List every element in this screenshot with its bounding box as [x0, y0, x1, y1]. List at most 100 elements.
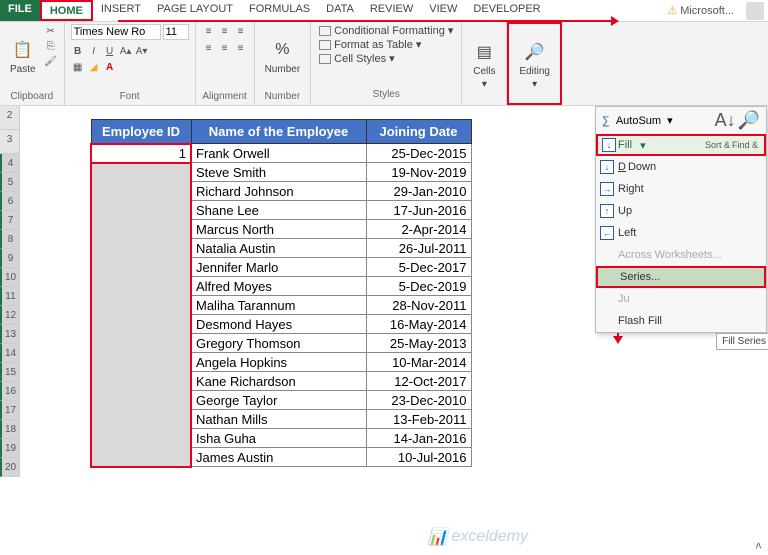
row-header-14[interactable]: 14	[0, 344, 20, 363]
cell-joining-date[interactable]: 25-May-2013	[366, 334, 471, 353]
row-header-12[interactable]: 12	[0, 306, 20, 325]
bold-button[interactable]: B	[71, 44, 85, 58]
tab-developer[interactable]: DEVELOPER	[465, 0, 548, 21]
cell-employee-name[interactable]: Marcus North	[191, 220, 366, 239]
header-joining-date[interactable]: Joining Date	[366, 120, 471, 144]
row-header-18[interactable]: 18	[0, 420, 20, 439]
cell-employee-name[interactable]: Desmond Hayes	[191, 315, 366, 334]
cell-employee-id[interactable]	[91, 296, 191, 315]
align-bottom-icon[interactable]: ≡	[234, 24, 248, 38]
fill-down-button[interactable]: ↓DDown	[596, 156, 766, 178]
cell-employee-name[interactable]: Richard Johnson	[191, 182, 366, 201]
editing-button[interactable]: 🔎 Editing ▾	[515, 26, 554, 103]
flash-fill-button[interactable]: Flash Fill	[596, 310, 766, 332]
cell-joining-date[interactable]: 28-Nov-2011	[366, 296, 471, 315]
fill-up-button[interactable]: ↑Up	[596, 200, 766, 222]
copy-icon[interactable]: ⎘	[44, 39, 58, 53]
fill-series-button[interactable]: Series...	[596, 266, 766, 288]
conditional-formatting-button[interactable]: Conditional Formatting▾	[319, 24, 453, 37]
cell-joining-date[interactable]: 26-Jul-2011	[366, 239, 471, 258]
fill-menu-button[interactable]: ↓ Fill▾ Sort & Find &	[596, 134, 766, 156]
cell-employee-id[interactable]	[91, 277, 191, 296]
find-binoculars-icon[interactable]: 🔎	[738, 110, 760, 131]
align-left-icon[interactable]: ≡	[202, 41, 216, 55]
collapse-ribbon-button[interactable]: ˄	[751, 537, 766, 555]
cut-icon[interactable]: ✂	[44, 24, 58, 38]
cell-employee-name[interactable]: George Taylor	[191, 391, 366, 410]
tab-data[interactable]: DATA	[318, 0, 362, 21]
account-warning[interactable]: Microsoft...	[659, 0, 742, 21]
cell-employee-id[interactable]	[91, 391, 191, 410]
row-header-3[interactable]: 3	[0, 130, 20, 154]
row-header-15[interactable]: 15	[0, 363, 20, 382]
font-grow-button[interactable]: A▴	[119, 44, 133, 58]
tab-review[interactable]: REVIEW	[362, 0, 421, 21]
cell-joining-date[interactable]: 13-Feb-2011	[366, 410, 471, 429]
cell-employee-name[interactable]: Gregory Thomson	[191, 334, 366, 353]
format-painter-icon[interactable]: 🖌	[44, 54, 58, 68]
cell-employee-id[interactable]: 1	[91, 144, 191, 163]
tab-formulas[interactable]: FORMULAS	[241, 0, 318, 21]
align-middle-icon[interactable]: ≡	[218, 24, 232, 38]
align-top-icon[interactable]: ≡	[202, 24, 216, 38]
cell-joining-date[interactable]: 23-Dec-2010	[366, 391, 471, 410]
autosum-button[interactable]: AutoSum	[616, 115, 661, 127]
row-header-10[interactable]: 10	[0, 268, 20, 287]
cell-joining-date[interactable]: 10-Mar-2014	[366, 353, 471, 372]
font-size-input[interactable]	[163, 24, 189, 40]
italic-button[interactable]: I	[87, 44, 101, 58]
cell-employee-id[interactable]	[91, 239, 191, 258]
row-header-4[interactable]: 4	[0, 154, 20, 173]
row-header-5[interactable]: 5	[0, 173, 20, 192]
cell-joining-date[interactable]: 12-Oct-2017	[366, 372, 471, 391]
cell-employee-id[interactable]	[91, 220, 191, 239]
row-header-13[interactable]: 13	[0, 325, 20, 344]
tab-view[interactable]: VIEW	[421, 0, 465, 21]
user-avatar[interactable]	[746, 2, 764, 20]
cell-joining-date[interactable]: 29-Jan-2010	[366, 182, 471, 201]
cell-joining-date[interactable]: 5-Dec-2017	[366, 258, 471, 277]
header-employee-id[interactable]: Employee ID	[91, 120, 191, 144]
cell-joining-date[interactable]: 10-Jul-2016	[366, 448, 471, 467]
cell-employee-id[interactable]	[91, 182, 191, 201]
row-header-9[interactable]: 9	[0, 249, 20, 268]
row-header-2[interactable]: 2	[0, 106, 20, 130]
font-shrink-button[interactable]: A▾	[135, 44, 149, 58]
number-format-button[interactable]: % Number	[261, 24, 305, 88]
sort-icon[interactable]: A↓	[715, 110, 736, 131]
cell-employee-name[interactable]: Jennifer Marlo	[191, 258, 366, 277]
cell-employee-name[interactable]: Natalia Austin	[191, 239, 366, 258]
cell-employee-id[interactable]	[91, 448, 191, 467]
cell-employee-id[interactable]	[91, 372, 191, 391]
cell-employee-name[interactable]: Shane Lee	[191, 201, 366, 220]
row-header-19[interactable]: 19	[0, 439, 20, 458]
tab-file[interactable]: FILE	[0, 0, 40, 21]
cell-joining-date[interactable]: 19-Nov-2019	[366, 163, 471, 182]
cell-employee-id[interactable]	[91, 429, 191, 448]
fill-right-button[interactable]: →Right	[596, 178, 766, 200]
cell-employee-id[interactable]	[91, 353, 191, 372]
cell-styles-button[interactable]: Cell Styles▾	[319, 52, 453, 65]
row-header-17[interactable]: 17	[0, 401, 20, 420]
font-color-button[interactable]: A	[103, 60, 117, 74]
fill-left-button[interactable]: ←Left	[596, 222, 766, 244]
cell-employee-name[interactable]: Maliha Tarannum	[191, 296, 366, 315]
cell-employee-id[interactable]	[91, 315, 191, 334]
font-name-input[interactable]	[71, 24, 161, 40]
fill-color-button[interactable]: ◢	[87, 60, 101, 74]
cell-employee-id[interactable]	[91, 201, 191, 220]
align-right-icon[interactable]: ≡	[234, 41, 248, 55]
format-as-table-button[interactable]: Format as Table▾	[319, 38, 453, 51]
row-header-11[interactable]: 11	[0, 287, 20, 306]
cell-employee-id[interactable]	[91, 334, 191, 353]
row-header-8[interactable]: 8	[0, 230, 20, 249]
cell-joining-date[interactable]: 2-Apr-2014	[366, 220, 471, 239]
tab-home[interactable]: HOME	[40, 0, 93, 21]
tab-page-layout[interactable]: PAGE LAYOUT	[149, 0, 241, 21]
cell-employee-name[interactable]: Kane Richardson	[191, 372, 366, 391]
align-center-icon[interactable]: ≡	[218, 41, 232, 55]
row-header-7[interactable]: 7	[0, 211, 20, 230]
row-header-20[interactable]: 20	[0, 458, 20, 477]
row-header-6[interactable]: 6	[0, 192, 20, 211]
cell-employee-name[interactable]: Steve Smith	[191, 163, 366, 182]
